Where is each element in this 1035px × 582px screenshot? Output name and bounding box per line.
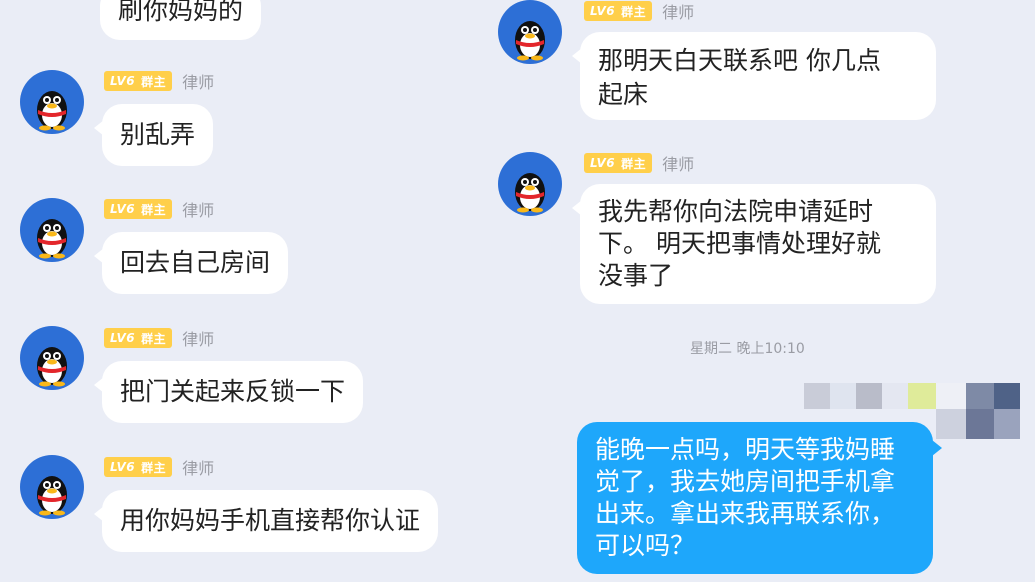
- message-bubble[interactable]: 把门关起来反锁一下: [93, 361, 364, 423]
- qq-penguin-avatar-icon[interactable]: [20, 70, 84, 134]
- message-text: 别乱弄: [120, 120, 196, 149]
- message-bubble[interactable]: 回去自己房间: [93, 232, 289, 294]
- sender-role: 律师: [662, 3, 695, 22]
- level-badge: LV6 群主: [104, 71, 173, 91]
- message-timestamp: 星期二 晚上10:10: [690, 341, 805, 357]
- message-text: 用你妈妈手机直接帮你认证: [120, 506, 421, 535]
- qq-penguin-avatar-icon[interactable]: [498, 0, 562, 64]
- message-text-line: 那明天白天联系吧 你几点: [598, 46, 881, 75]
- message-bubble[interactable]: 用你妈妈手机直接帮你认证: [93, 490, 439, 552]
- sender-role: 律师: [182, 73, 215, 92]
- message-bubble[interactable]: 那明天白天联系吧 你几点 起床: [572, 32, 936, 120]
- sender-meta: LV6 群主 律师: [104, 456, 214, 478]
- sender-meta: LV6 群主 律师: [104, 198, 214, 220]
- sender-role: 律师: [182, 201, 215, 220]
- own-message-bubble[interactable]: 能晚一点吗，明天等我妈睡 觉了，我去她房间把手机拿 出来。拿出来我再联系你， 可…: [577, 422, 942, 574]
- message-bubble[interactable]: 刷你妈妈的: [100, 0, 262, 40]
- qq-penguin-avatar-icon[interactable]: [498, 152, 562, 216]
- sender-role: 律师: [182, 459, 215, 478]
- message-text-line: 出来。拿出来我再联系你，: [595, 499, 896, 528]
- message-text-line: 没事了: [598, 261, 674, 290]
- qq-penguin-avatar-icon[interactable]: [20, 455, 84, 519]
- message-text: 把门关起来反锁一下: [120, 377, 346, 406]
- level-badge: LV6 群主: [104, 457, 173, 477]
- sender-meta: LV6 群主 律师: [584, 0, 694, 22]
- qq-penguin-avatar-icon[interactable]: [20, 326, 84, 390]
- level-badge: LV6 群主: [104, 199, 173, 219]
- sender-role: 律师: [182, 330, 215, 349]
- message-text-line: 起床: [598, 80, 649, 109]
- message-bubble[interactable]: 我先帮你向法院申请延时 下。 明天把事情处理好就 没事了: [572, 184, 936, 304]
- level-badge: LV6 群主: [584, 153, 653, 173]
- message-text-line: 可以吗？: [595, 531, 696, 560]
- level-badge: LV6 群主: [104, 328, 173, 348]
- level-badge: LV6 群主: [584, 1, 653, 21]
- sender-role: 律师: [662, 155, 695, 174]
- message-text: 刷你妈妈的: [118, 0, 244, 25]
- sender-meta: LV6 群主 律师: [104, 327, 214, 349]
- message-text: 回去自己房间: [120, 248, 271, 277]
- sender-meta: LV6 群主 律师: [584, 152, 694, 174]
- message-text-line: 觉了，我去她房间把手机拿: [595, 467, 896, 496]
- message-text-line: 下。 明天把事情处理好就: [598, 229, 881, 258]
- sender-meta: LV6 群主 律师: [104, 70, 214, 92]
- message-bubble[interactable]: 别乱弄: [93, 104, 214, 166]
- qq-penguin-avatar-icon[interactable]: [20, 198, 84, 262]
- message-text-line: 能晚一点吗，明天等我妈睡: [595, 435, 896, 464]
- message-text-line: 我先帮你向法院申请延时: [598, 197, 874, 226]
